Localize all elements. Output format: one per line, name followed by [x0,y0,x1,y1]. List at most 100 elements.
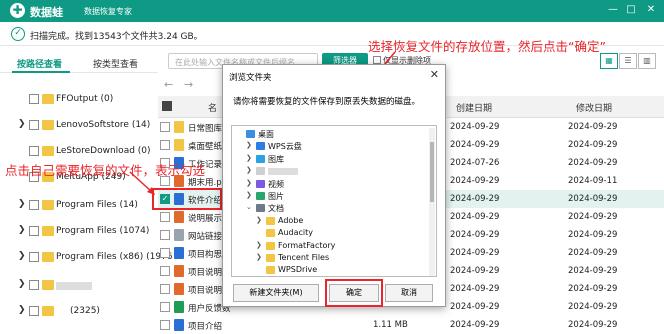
dialog-tree-label: 图片 [268,192,284,201]
folder-icon [42,252,54,262]
tree-checkbox[interactable] [29,120,39,130]
folder-icon [42,306,54,316]
tree-item[interactable]: ❯ LenovoSoftstore (14) [0,116,158,136]
folder-icon [174,139,184,151]
folder-icon [266,216,275,225]
maximize-button[interactable]: □ [624,3,638,17]
table-row[interactable]: 项目介绍 1.11 MB 2024-09-29 2024-09-29 [158,316,664,334]
list-view-icon[interactable]: ☰ [619,53,637,69]
minimize-button[interactable]: — [606,3,620,17]
tree-checkbox[interactable] [29,94,39,104]
cancel-button[interactable]: 取消 [385,284,433,302]
tree-checkbox[interactable] [29,306,39,316]
created-date: 2024-09-29 [450,266,500,276]
tree-checkbox[interactable] [29,226,39,236]
tree-checkbox[interactable] [29,146,39,156]
app-logo-icon: ✚ [10,3,25,18]
tree-scrollbar[interactable] [429,128,435,276]
file-icon [174,301,184,313]
annotation-select-location: 选择恢复文件的存放位置，然后点击“确定” [368,39,606,54]
folder-icon [42,280,54,290]
chevron-right-icon[interactable]: ❯ [18,251,26,261]
tree-item[interactable]: ❯ (2325) [0,302,158,322]
chevron-right-icon[interactable]: ❯ [256,216,262,224]
scrollbar-thumb[interactable] [430,142,434,202]
chevron-right-icon[interactable]: ❯ [246,154,252,162]
row-checkbox[interactable] [160,320,170,330]
new-folder-button[interactable]: 新建文件夹(M) [233,284,319,302]
detail-view-icon[interactable]: ▥ [638,53,656,69]
dialog-close-icon[interactable]: ✕ [430,68,439,81]
chevron-right-icon[interactable]: ❯ [18,305,26,315]
file-icon [174,319,184,331]
chevron-right-icon[interactable]: ❯ [18,279,26,289]
dialog-tree-label: 文档 [268,204,284,214]
tree-checkbox[interactable] [29,280,39,290]
forward-arrow-icon[interactable]: → [184,78,193,91]
chevron-right-icon[interactable]: ❯ [18,225,26,235]
chevron-right-icon[interactable]: ❯ [246,141,252,149]
tree-item[interactable]: ❯ Program Files (1074) [0,222,158,242]
chevron-down-icon[interactable]: ⌄ [246,203,252,211]
title-bar: ✚ 数据蛙 数据恢复专家 — □ ✕ [0,0,664,22]
column-created[interactable]: 创建日期 [456,101,492,114]
created-date: 2024-09-29 [450,194,500,204]
row-checkbox[interactable] [160,284,170,294]
annotation-check-file: 点击自己需要恢复的文件，表示勾选 [5,163,206,178]
column-name[interactable]: 名 [208,101,217,114]
modified-date: 2024-09-29 [568,320,618,330]
modified-date: 2024-09-29 [568,284,618,294]
grid-view-icon[interactable]: ▦ [600,53,618,69]
tree-item-label: (2325) [70,306,100,316]
created-date: 2024-09-29 [450,212,500,222]
check-circle-icon: ✓ [11,27,25,41]
select-all-checkbox[interactable] [162,101,172,111]
tree-item[interactable]: FFOutput (0) [0,90,158,110]
back-arrow-icon[interactable]: ← [164,78,173,91]
created-date: 2024-09-29 [450,284,500,294]
highlight-ok-button [325,279,383,307]
modified-date: 2024-09-29 [568,122,618,132]
tab-by-path[interactable]: 按路径查看 [17,57,62,70]
modified-date: 2024-09-29 [568,140,618,150]
docs-icon [256,204,265,213]
created-date: 2024-09-29 [450,248,500,258]
view-tabs: 按路径查看 按类型查看 [0,47,158,73]
row-checkbox[interactable] [160,140,170,150]
file-icon [174,211,184,223]
row-checkbox[interactable] [160,230,170,240]
row-checkbox[interactable] [160,266,170,276]
file-icon [174,265,184,277]
close-button[interactable]: ✕ [644,3,658,17]
dialog-folder-tree[interactable]: 桌面 ❯ WPS云盘 ❯ 图库 ❯ ❯ 视频 ❯ 图片 ⌄ 文档 ❯ Adobe Audacity ❯ Form… [231,125,437,277]
chevron-right-icon[interactable]: ❯ [246,179,252,187]
file-icon [174,283,184,295]
row-checkbox[interactable] [160,248,170,258]
file-name: 项目介绍 [188,322,223,332]
tree-item[interactable]: ❯ [0,276,158,296]
chevron-right-icon[interactable]: ❯ [246,191,252,199]
show-deleted-checkbox[interactable] [373,56,381,64]
row-checkbox[interactable] [160,122,170,132]
chevron-right-icon[interactable]: ❯ [18,119,26,129]
tree-item[interactable]: ❯ Program Files (14) [0,196,158,216]
row-checkbox[interactable] [160,302,170,312]
modified-date: 2024-09-29 [568,302,618,312]
modified-date: 2024-09-29 [568,194,618,204]
dialog-tree-label: 视频 [268,179,284,189]
tree-checkbox[interactable] [29,200,39,210]
chevron-right-icon[interactable]: ❯ [18,199,26,209]
chevron-right-icon[interactable]: ❯ [256,241,262,249]
tab-by-type[interactable]: 按类型查看 [93,57,138,70]
chevron-right-icon[interactable]: ❯ [246,166,252,174]
tree-item[interactable]: LeStoreDownload (0) [0,142,158,162]
created-date: 2024-09-29 [450,140,500,150]
tree-checkbox[interactable] [29,252,39,262]
tree-item[interactable]: ❯ Program Files (x86) (1976 [0,248,173,268]
cloud-icon [256,142,265,151]
chevron-right-icon[interactable]: ❯ [256,253,262,261]
column-modified[interactable]: 修改日期 [576,101,612,114]
row-checkbox[interactable] [160,212,170,222]
dialog-title: 浏览文件夹 [229,73,272,83]
tree-item-label: LenovoSoftstore (14) [56,120,151,130]
